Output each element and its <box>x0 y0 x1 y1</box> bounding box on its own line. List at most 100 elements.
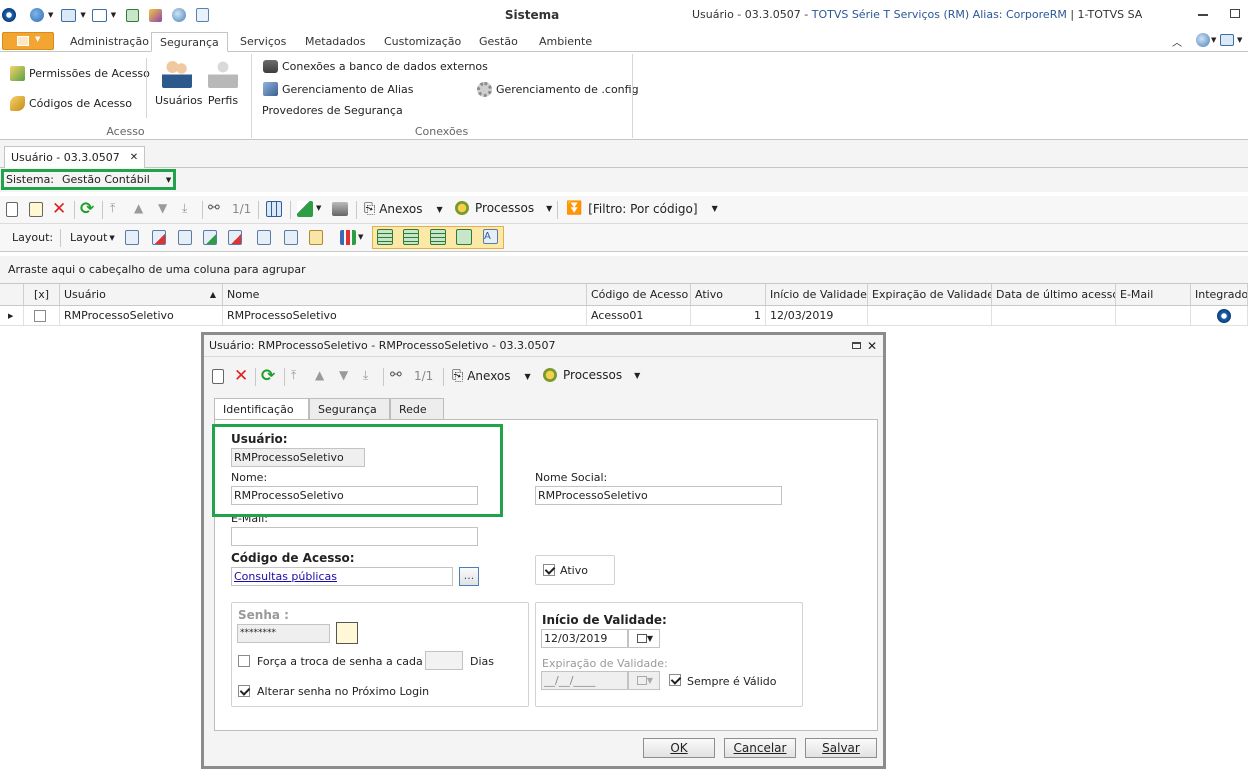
view-mode-3-icon[interactable] <box>430 229 446 245</box>
filter-button[interactable]: ⏬ [Filtro: Por código] ▼ <box>566 201 718 216</box>
binoculars-icon[interactable]: ⚯ <box>390 367 402 383</box>
chevron-down-icon[interactable]: ▼ <box>316 204 321 212</box>
tab-seguranca[interactable]: Segurança <box>151 32 228 52</box>
gerenciamento-alias-button[interactable]: Gerenciamento de Alias <box>263 82 414 96</box>
codigos-acesso-button[interactable]: Códigos de Acesso <box>10 96 132 111</box>
tab-gestao[interactable]: Gestão <box>471 32 526 52</box>
column-header-usuario[interactable]: Usuário ▲ <box>60 284 223 306</box>
usuarios-button[interactable]: Usuários <box>155 58 203 107</box>
change-password-key-icon[interactable] <box>336 622 358 644</box>
first-record-icon[interactable]: ⤒ <box>291 368 296 383</box>
chevron-up-icon[interactable]: ︿ <box>1172 34 1182 49</box>
layout-delete-icon[interactable] <box>152 230 166 245</box>
layout-dropdown[interactable]: Layout ▼ <box>70 231 115 244</box>
tab-rede[interactable]: Rede <box>390 398 444 420</box>
view-mode-4-icon[interactable] <box>456 229 472 245</box>
cell-ativo[interactable]: 1 <box>691 306 766 326</box>
refresh-icon[interactable]: ⟳ <box>80 199 94 219</box>
column-header-email[interactable]: E-Mail <box>1116 284 1191 306</box>
file-menu-button[interactable]: ▼ <box>2 32 54 50</box>
column-header-ultimo-acesso[interactable]: Data de último acesso <box>992 284 1116 306</box>
column-header-expiracao[interactable]: Expiração de Validade <box>868 284 992 306</box>
column-header-select[interactable]: [x] <box>24 284 60 306</box>
view-mode-2-icon[interactable] <box>403 229 419 245</box>
previous-record-icon[interactable]: ▲ <box>315 368 324 382</box>
gerenciamento-config-button[interactable]: Gerenciamento de .config <box>477 82 639 97</box>
perfis-button[interactable]: Perfis <box>205 58 241 107</box>
column-header-codigo[interactable]: Código de Acesso <box>587 284 691 306</box>
layout-icon[interactable] <box>1220 34 1234 46</box>
next-record-icon[interactable]: ▼ <box>339 368 348 382</box>
calendar-dropdown[interactable]: ▼ <box>628 629 660 648</box>
previous-record-icon[interactable]: ▲ <box>134 201 143 215</box>
cell-codigo[interactable]: Acesso01 <box>587 306 691 326</box>
nome-social-field[interactable]: RMProcessoSeletivo <box>535 486 782 505</box>
chevron-down-icon[interactable]: ▼ <box>166 176 171 184</box>
ativo-checkbox[interactable] <box>543 564 555 576</box>
sistema-selector[interactable]: Sistema: Gestão Contábil ▼ <box>1 169 176 190</box>
row-select-cell[interactable] <box>24 306 60 326</box>
tab-metadados[interactable]: Metadados <box>297 32 373 52</box>
close-icon[interactable]: ✕ <box>867 335 877 357</box>
column-header-integrado[interactable]: Integrado <box>1191 284 1248 306</box>
restore-button[interactable] <box>1230 9 1240 18</box>
expiracao-validade-field[interactable]: __/__/____ <box>541 671 628 690</box>
conexoes-bd-externos-button[interactable]: Conexões a banco de dados externos <box>263 60 488 73</box>
ok-button[interactable]: OK <box>643 738 715 758</box>
new-icon[interactable] <box>212 369 224 384</box>
cell-ultimo-acesso[interactable] <box>992 306 1116 326</box>
tab-ambiente[interactable]: Ambiente <box>531 32 600 52</box>
grid-view-icon[interactable] <box>266 201 282 217</box>
tab-servicos[interactable]: Serviços <box>232 32 294 52</box>
chart-icon[interactable] <box>340 230 356 245</box>
dias-field[interactable] <box>425 651 463 670</box>
group-by-icon[interactable] <box>257 230 271 245</box>
new-icon[interactable] <box>6 202 18 217</box>
tab-administracao[interactable]: Administração <box>62 32 157 52</box>
tab-identificacao[interactable]: Identificação <box>214 398 309 420</box>
print-icon[interactable] <box>332 202 348 216</box>
column-header-ativo[interactable]: Ativo <box>691 284 766 306</box>
inicio-validade-field[interactable]: 12/03/2019 <box>541 629 628 648</box>
anexos-button[interactable]: ⎘ Anexos ▼ <box>364 201 443 217</box>
email-field[interactable] <box>231 527 478 546</box>
alterar-senha-checkbox[interactable] <box>238 685 250 697</box>
table-row[interactable]: ▶ RMProcessoSeletivo RMProcessoSeletivo … <box>0 306 1248 326</box>
first-record-icon[interactable]: ⤒ <box>110 201 115 216</box>
layout-import-icon[interactable] <box>203 230 217 245</box>
delete-icon[interactable]: ✕ <box>52 199 66 219</box>
font-icon[interactable]: A <box>483 229 498 244</box>
anexos-button[interactable]: ⎘ Anexos ▼ <box>452 368 531 384</box>
edit-icon[interactable] <box>29 202 43 217</box>
tab-seguranca[interactable]: Segurança <box>309 398 390 420</box>
cell-expiracao[interactable] <box>868 306 992 326</box>
sum-icon[interactable] <box>284 230 298 245</box>
delete-icon[interactable]: ✕ <box>234 366 248 386</box>
binoculars-icon[interactable]: ⚯ <box>208 200 220 216</box>
last-record-icon[interactable]: ⤓ <box>182 201 187 216</box>
next-record-icon[interactable]: ▼ <box>158 201 167 215</box>
cancel-button[interactable]: Cancelar <box>724 738 796 758</box>
cell-nome[interactable]: RMProcessoSeletivo <box>223 306 587 326</box>
maximize-icon[interactable] <box>852 342 861 349</box>
permissoes-acesso-button[interactable]: Permissões de Acesso <box>10 66 150 81</box>
document-tab[interactable]: Usuário - 03.3.0507 ✕ <box>4 146 146 168</box>
sistema-value[interactable]: Gestão Contábil <box>62 173 150 186</box>
cell-integrado[interactable] <box>1191 306 1248 326</box>
browse-codigo-button[interactable]: ... <box>459 567 479 586</box>
layout-grid-icon[interactable] <box>178 230 192 245</box>
column-header-inicio[interactable]: Início de Validade <box>766 284 868 306</box>
nome-field[interactable]: RMProcessoSeletivo <box>231 486 478 505</box>
view-mode-1-icon[interactable] <box>377 229 393 245</box>
cell-email[interactable] <box>1116 306 1191 326</box>
processos-button[interactable]: Processos ▼ <box>455 201 552 215</box>
refresh-icon[interactable]: ⟳ <box>261 366 275 386</box>
forca-troca-checkbox[interactable] <box>238 655 250 667</box>
calendar-dropdown-disabled[interactable]: ▼ <box>628 671 660 690</box>
layout-export-icon[interactable] <box>228 230 242 245</box>
import-icon[interactable] <box>297 201 313 217</box>
save-button[interactable]: Salvar <box>805 738 877 758</box>
minimize-button[interactable] <box>1198 14 1208 16</box>
sempre-valido-checkbox[interactable] <box>669 674 681 686</box>
usuario-field[interactable]: RMProcessoSeletivo <box>231 448 365 467</box>
